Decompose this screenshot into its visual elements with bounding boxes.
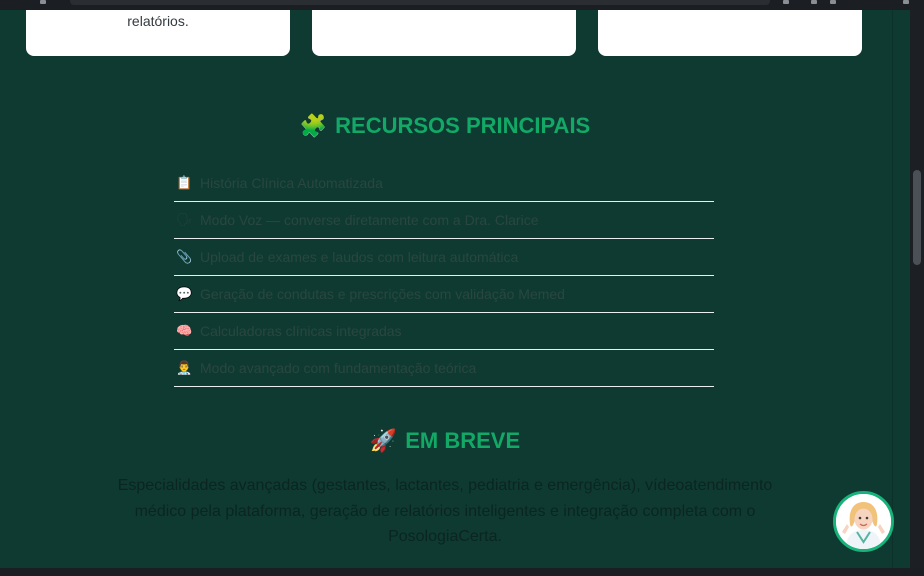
info-card: relatórios. bbox=[26, 10, 290, 56]
features-heading: 🧩 RECURSOS PRINCIPAIS bbox=[0, 113, 890, 139]
list-item: 📎 Upload de exames e laudos com leitura … bbox=[174, 239, 714, 276]
brain-icon: 🧠 bbox=[176, 323, 193, 338]
bookmark-icon[interactable] bbox=[783, 0, 789, 4]
list-item: 📋 História Clínica Automatizada bbox=[174, 165, 714, 202]
scrollbar-thumb[interactable] bbox=[913, 170, 921, 265]
soon-heading: 🚀 EM BREVE bbox=[0, 428, 890, 454]
soon-title: EM BREVE bbox=[405, 428, 521, 453]
settings-icon[interactable] bbox=[830, 0, 836, 4]
scrollbar-track[interactable] bbox=[910, 10, 924, 568]
info-card bbox=[312, 10, 576, 56]
info-card bbox=[598, 10, 862, 56]
menu-icon[interactable] bbox=[903, 0, 909, 4]
rocket-icon: 🚀 bbox=[369, 428, 398, 453]
feature-text: Modo Voz — converse diretamente com a Dr… bbox=[200, 212, 539, 228]
page-content: relatórios. 🧩 RECURSOS PRINCIPAIS 📋 Histó… bbox=[0, 10, 910, 568]
feature-text: Calculadoras clínicas integradas bbox=[200, 323, 402, 339]
puzzle-icon: 🧩 bbox=[299, 113, 328, 138]
taskbar bbox=[0, 568, 924, 576]
feature-text: Modo avançado com fundamentação teórica bbox=[200, 360, 477, 376]
list-item: 👨‍⚕️ Modo avançado com fundamentação teó… bbox=[174, 350, 714, 387]
features-title: RECURSOS PRINCIPAIS bbox=[335, 113, 591, 138]
assistant-chat-button[interactable] bbox=[833, 491, 894, 552]
doctor-avatar-icon bbox=[836, 494, 891, 549]
list-item: 🧠 Calculadoras clínicas integradas bbox=[174, 313, 714, 350]
features-list: 📋 História Clínica Automatizada 🗣 Modo V… bbox=[174, 165, 714, 387]
list-item: 💬 Geração de condutas e prescrições com … bbox=[174, 276, 714, 313]
soon-description: Especialidades avançadas (gestantes, lac… bbox=[117, 477, 773, 545]
reload-icon[interactable] bbox=[40, 0, 46, 4]
speaking-head-icon: 🗣 bbox=[176, 212, 193, 227]
feature-text: Geração de condutas e prescrições com va… bbox=[200, 286, 565, 302]
paperclip-icon: 📎 bbox=[176, 249, 193, 264]
clipboard-icon: 📋 bbox=[176, 175, 193, 190]
page-edge-divider bbox=[892, 10, 893, 568]
health-worker-icon: 👨‍⚕️ bbox=[176, 360, 193, 375]
list-item: 🗣 Modo Voz — converse diretamente com a … bbox=[174, 202, 714, 239]
card-text: relatórios. bbox=[127, 13, 189, 29]
address-bar[interactable] bbox=[70, 0, 770, 5]
extension-icon[interactable] bbox=[811, 0, 817, 4]
browser-toolbar bbox=[0, 0, 924, 10]
speech-bubble-icon: 💬 bbox=[176, 286, 193, 301]
feature-text: Upload de exames e laudos com leitura au… bbox=[200, 249, 519, 265]
feature-text: História Clínica Automatizada bbox=[200, 175, 383, 191]
card-row: relatórios. bbox=[0, 10, 910, 60]
